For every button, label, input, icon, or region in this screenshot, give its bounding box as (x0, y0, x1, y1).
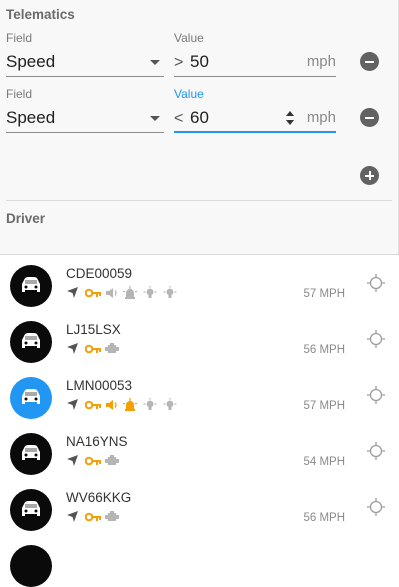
vehicle-avatar (10, 265, 52, 307)
field-select-2[interactable]: Speed (6, 103, 164, 133)
vehicle-list: CDE00059 57 MPH LJ15LSX 56 MPH LMN00053 57 MP… (0, 254, 399, 587)
minus-icon (365, 60, 374, 63)
telematics-heading: Telematics (6, 7, 75, 22)
vehicle-plate: WV66KKG (66, 490, 132, 505)
speaker-icon (105, 398, 119, 416)
telematics-filter-panel: Telematics Field Value Speed > 50 mph Fi… (0, 0, 399, 254)
key-icon (84, 286, 101, 304)
minus-icon (365, 116, 374, 119)
car-icon (22, 501, 40, 516)
bulb-icon (163, 286, 177, 304)
vehicle-speed: 57 MPH (303, 400, 345, 412)
value-input-2[interactable]: < 60 mph (174, 103, 336, 133)
locate-crosshair-icon[interactable] (367, 498, 385, 516)
engine-icon (105, 342, 119, 360)
vehicle-avatar (10, 489, 52, 531)
car-icon (22, 277, 40, 292)
vehicle-speed: 56 MPH (303, 344, 345, 356)
operator-label: > (174, 54, 184, 71)
list-item[interactable]: WV66KKG 56 MPH (0, 479, 399, 535)
vehicle-speed: 54 MPH (303, 456, 345, 468)
operator-label: < (174, 110, 184, 127)
vehicle-plate: LJ15LSX (66, 322, 121, 337)
direction-arrow-icon (66, 454, 79, 472)
direction-arrow-icon (66, 398, 79, 416)
speaker-icon (105, 286, 119, 304)
key-icon (84, 398, 101, 416)
list-item[interactable]: LMN00053 57 MPH (0, 367, 399, 423)
key-icon (84, 342, 101, 360)
locate-crosshair-icon[interactable] (367, 330, 385, 348)
beacon-icon (123, 398, 137, 416)
vehicle-avatar (10, 545, 52, 587)
vehicle-speed: 57 MPH (303, 288, 345, 300)
bulb-icon (163, 398, 177, 416)
bulb-icon (143, 398, 157, 416)
locate-crosshair-icon[interactable] (367, 442, 385, 460)
bulb-icon (143, 286, 157, 304)
vehicle-avatar (10, 321, 52, 363)
value-input-1[interactable]: > 50 mph (174, 47, 336, 77)
list-item[interactable]: CDE00059 57 MPH (0, 255, 399, 311)
dropdown-arrow-icon (150, 60, 160, 65)
vehicle-plate: LMN00053 (66, 378, 133, 393)
locate-crosshair-icon[interactable] (367, 274, 385, 292)
field-select-value: Speed (6, 108, 56, 127)
unit-label: mph (306, 109, 336, 126)
dropdown-arrow-icon (150, 116, 160, 121)
value-text: 60 (190, 108, 209, 127)
value-label: Value (174, 87, 204, 101)
vehicle-avatar (10, 377, 52, 419)
locate-crosshair-icon[interactable] (367, 386, 385, 404)
car-icon (22, 333, 40, 348)
direction-arrow-icon (66, 286, 79, 304)
car-icon (22, 389, 40, 404)
engine-icon (105, 454, 119, 472)
vehicle-speed: 56 MPH (303, 512, 345, 524)
value-text: 50 (190, 52, 209, 71)
value-label: Value (174, 31, 204, 45)
key-icon (84, 510, 101, 528)
remove-filter-button-2[interactable] (360, 108, 379, 127)
engine-icon (105, 510, 119, 528)
vehicle-plate: CDE00059 (66, 266, 133, 281)
number-spinner[interactable] (286, 110, 296, 126)
decrement-arrow-icon[interactable] (286, 120, 294, 125)
list-item[interactable]: LJ15LSX 56 MPH (0, 311, 399, 367)
field-label: Field (6, 87, 33, 101)
field-select-1[interactable]: Speed (6, 47, 164, 77)
increment-arrow-icon[interactable] (286, 111, 294, 116)
field-select-value: Speed (6, 52, 56, 71)
field-label: Field (6, 31, 33, 45)
add-filter-button[interactable] (360, 166, 379, 185)
list-item[interactable]: NA16YNS 54 MPH (0, 423, 399, 479)
vehicle-avatar (10, 433, 52, 475)
key-icon (84, 454, 101, 472)
section-divider (6, 200, 392, 201)
car-icon (22, 445, 40, 460)
unit-label: mph (306, 53, 336, 70)
beacon-icon (123, 286, 137, 304)
direction-arrow-icon (66, 342, 79, 360)
direction-arrow-icon (66, 510, 79, 528)
vehicle-plate: NA16YNS (66, 434, 128, 449)
remove-filter-button-1[interactable] (360, 52, 379, 71)
driver-heading: Driver (6, 211, 46, 226)
